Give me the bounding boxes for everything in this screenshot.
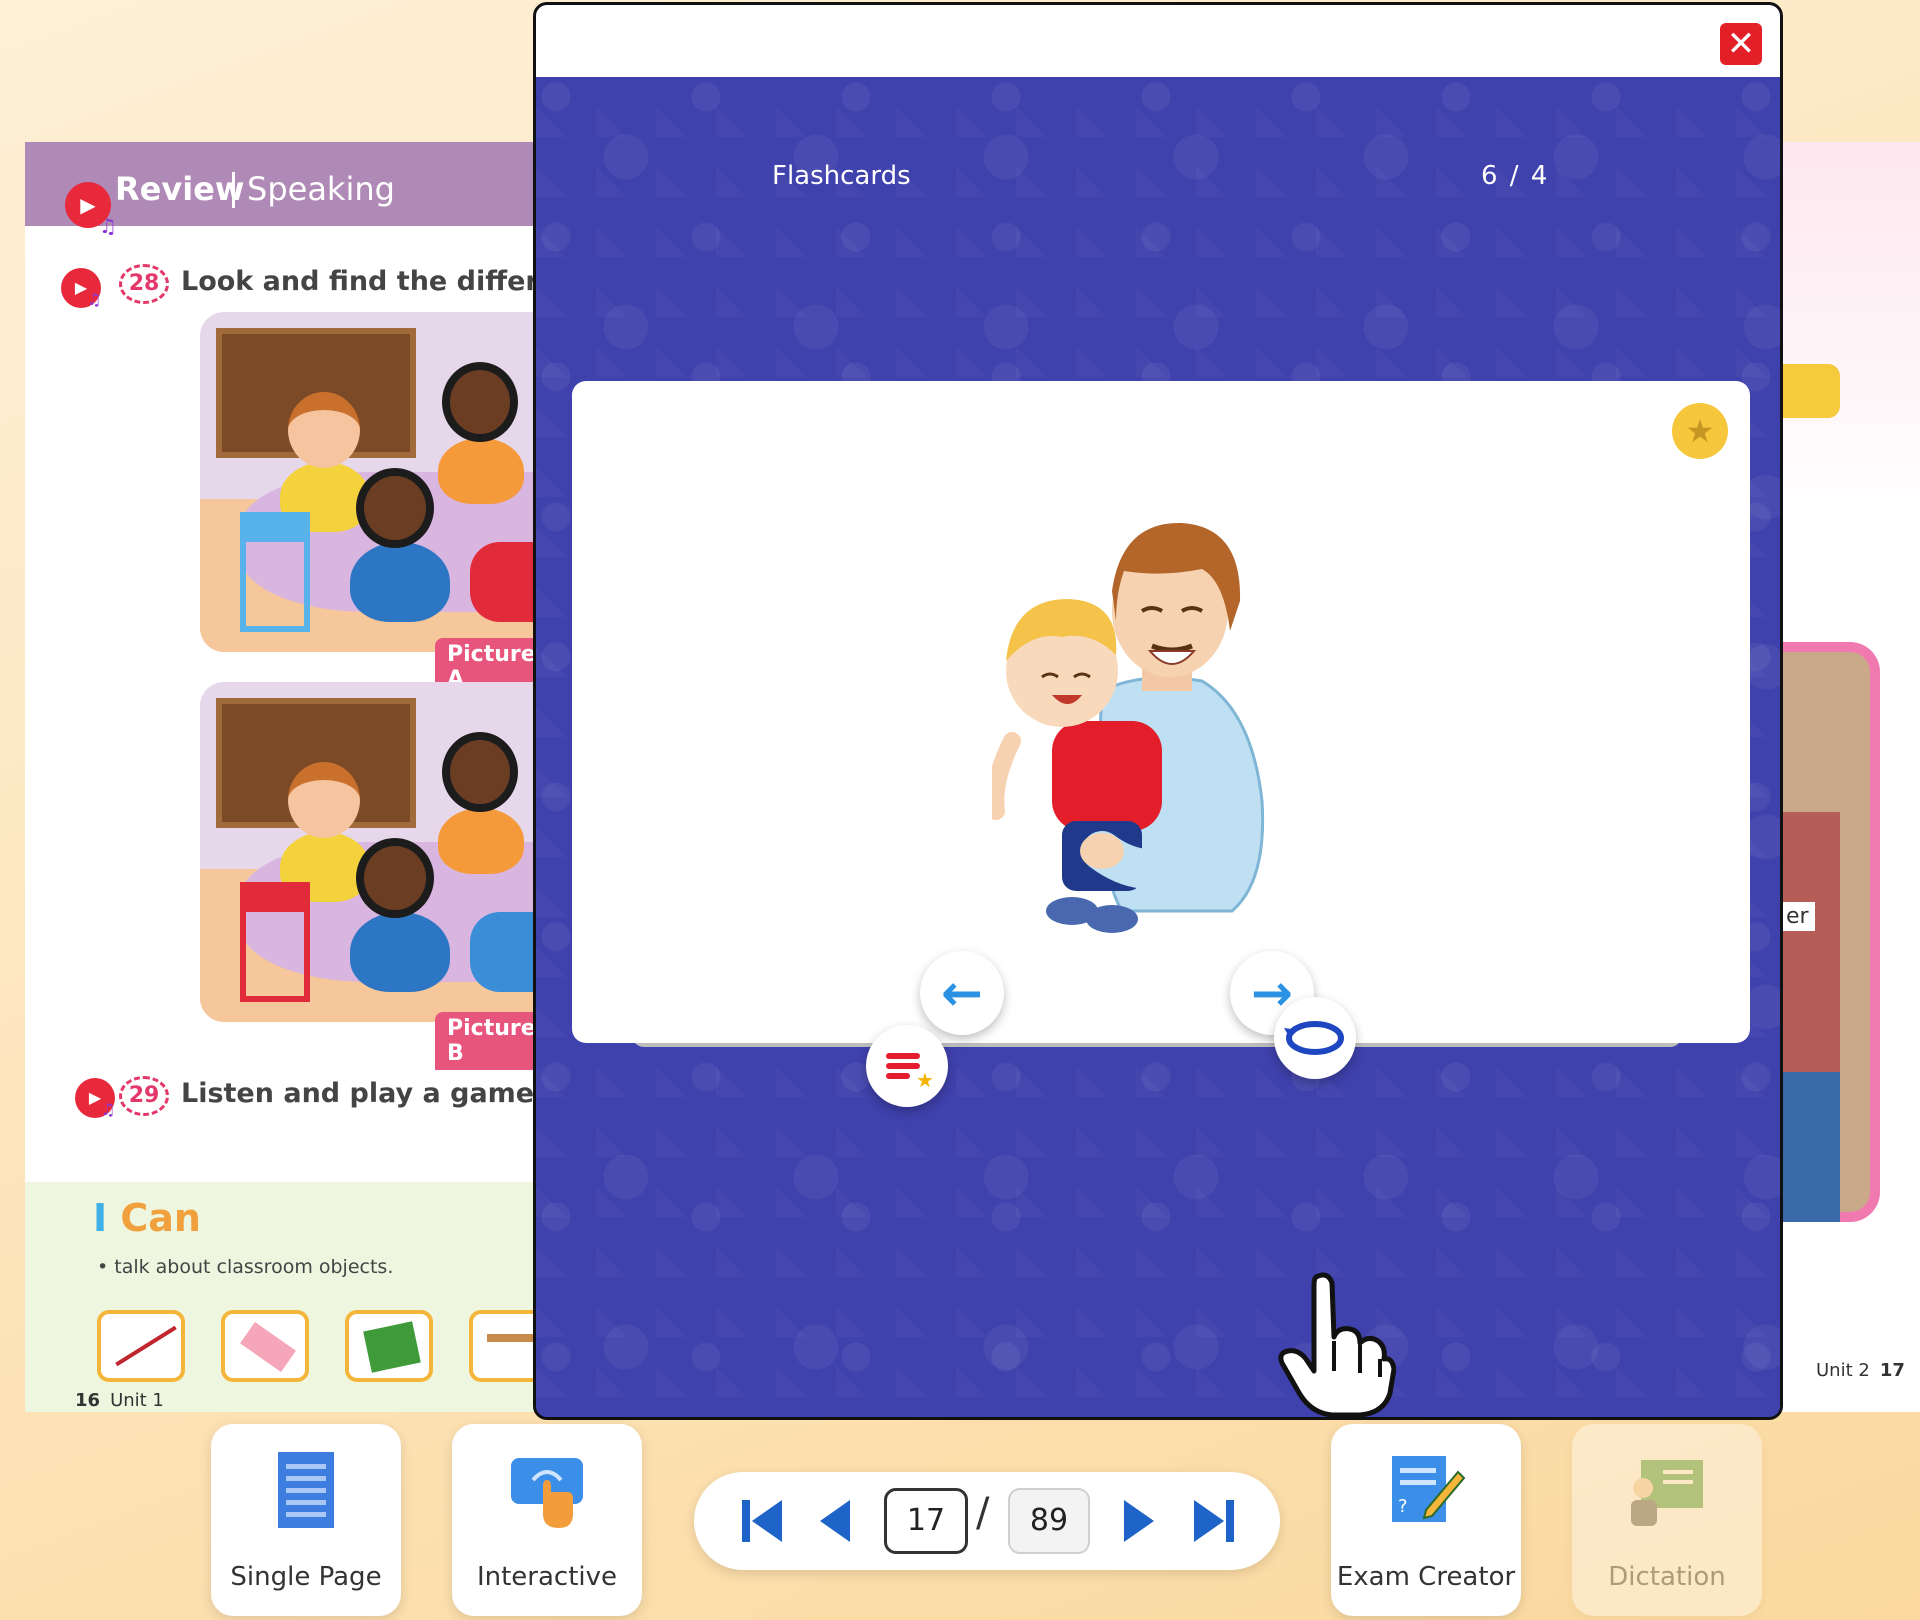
left-book-page: Review Speaking ▶ ♫ ▶ ♫ 28 Look and find…: [25, 142, 545, 1412]
music-note-icon: ♫: [99, 214, 117, 238]
interactive-label: Interactive: [476, 1562, 618, 1592]
total-pages: 89: [1008, 1488, 1090, 1554]
eraser-thumbnail: [221, 1310, 309, 1382]
picture-b-label: Picture B: [435, 1012, 545, 1070]
dictation-icon: [1631, 1460, 1703, 1526]
right-page-number: Unit 2 17: [1816, 1360, 1905, 1381]
last-page-icon[interactable]: [1188, 1494, 1240, 1548]
header-separator: [232, 172, 235, 208]
flip-icon: [1284, 1021, 1344, 1055]
music-note-icon: ♫: [101, 1100, 116, 1119]
picture-a-illustration: [200, 312, 545, 652]
hand-pointer-icon: [1278, 1272, 1396, 1417]
flashcards-title: Flashcards: [772, 161, 911, 191]
single-page-button[interactable]: Single Page: [211, 1424, 401, 1616]
music-note-icon: ♫: [87, 290, 102, 309]
current-page-input[interactable]: 17: [884, 1488, 968, 1554]
speaking-heading: Speaking: [247, 170, 395, 208]
exam-creator-button[interactable]: ? Exam Creator: [1331, 1424, 1521, 1616]
left-page-number: 16 Unit 1: [75, 1390, 164, 1411]
interactive-touch-icon: [511, 1458, 583, 1528]
exam-creator-icon: ?: [1392, 1456, 1466, 1522]
dictation-button[interactable]: Dictation: [1572, 1424, 1762, 1616]
book-thumbnail: [345, 1310, 433, 1382]
exam-creator-label: Exam Creator: [1336, 1562, 1516, 1592]
single-page-label: Single Page: [230, 1562, 382, 1592]
card-list-button[interactable]: ★: [866, 1025, 948, 1107]
pencil-thumbnail: [97, 1310, 185, 1382]
close-icon[interactable]: ✕: [1720, 23, 1762, 65]
list-star-icon: ★: [886, 1053, 934, 1092]
yellow-tab: [1780, 364, 1840, 418]
card-counter: 6 / 4: [1481, 161, 1550, 191]
next-page-icon[interactable]: [1112, 1494, 1164, 1548]
picture-b-illustration: [200, 682, 545, 1022]
previous-arrow-button[interactable]: ←: [920, 951, 1004, 1035]
interactive-button[interactable]: Interactive: [452, 1424, 642, 1616]
photo-frame: [1780, 642, 1880, 1222]
flashcards-modal: ✕ Flashcards 6 / 4 ★ ← ★ →: [533, 2, 1783, 1420]
star-icon[interactable]: ★: [1672, 403, 1728, 459]
flip-card-button[interactable]: [1274, 997, 1356, 1079]
i-can-bullet: • talk about classroom objects.: [97, 1256, 394, 1278]
flashcard[interactable]: ★: [572, 381, 1750, 1043]
svg-text:?: ?: [1398, 1496, 1408, 1517]
exercise-28-number: 28: [119, 264, 169, 304]
modal-header: ✕: [536, 5, 1780, 77]
i-can-section: I Can • talk about classroom objects. 16…: [25, 1182, 545, 1412]
page-navigator: 17 / 89: [694, 1472, 1280, 1570]
exercise-29-instruction: Listen and play a game.: [181, 1078, 545, 1109]
review-heading: Review: [115, 170, 245, 208]
previous-page-icon[interactable]: [810, 1494, 862, 1548]
page-separator: /: [976, 1490, 990, 1536]
single-page-icon: [278, 1452, 334, 1528]
first-page-icon[interactable]: [736, 1494, 788, 1548]
i-can-heading: I Can: [93, 1196, 201, 1240]
father-hugging-child-image: [992, 522, 1265, 933]
partial-word: er: [1780, 902, 1815, 931]
modal-body: Flashcards 6 / 4 ★ ← ★ →: [536, 77, 1780, 1417]
exercise-29-number: 29: [119, 1076, 169, 1116]
dictation-label: Dictation: [1608, 1562, 1726, 1592]
svg-text:★: ★: [916, 1068, 934, 1092]
exercise-28-instruction: Look and find the differe: [181, 266, 545, 297]
right-book-page: er Unit 2 17: [1780, 142, 1920, 1412]
